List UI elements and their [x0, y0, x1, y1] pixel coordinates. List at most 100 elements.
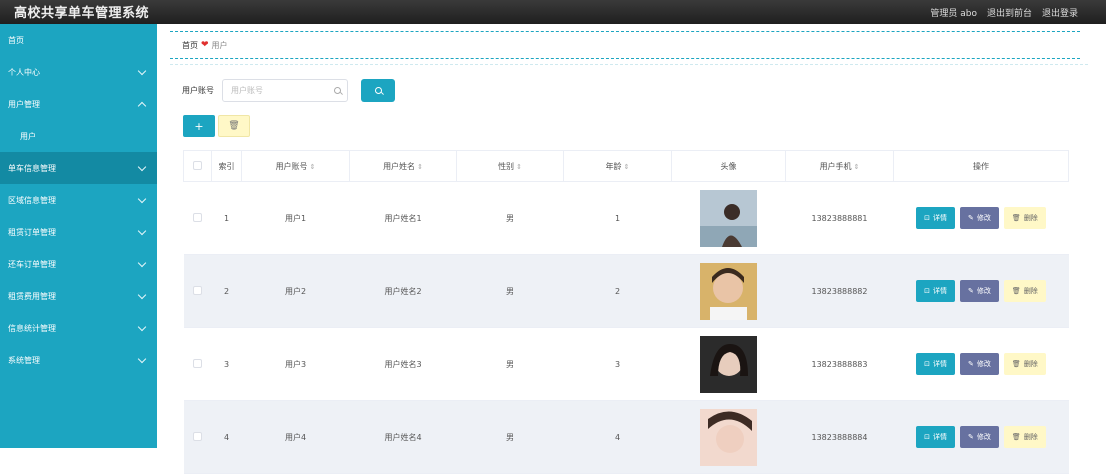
heart-icon: ❤ [201, 40, 209, 50]
trash-icon: 🗑 [1011, 360, 1021, 368]
sidebar-item-statistics[interactable]: 信息统计管理 [0, 312, 157, 344]
chevron-up-icon [137, 101, 147, 110]
chevron-down-icon [137, 290, 147, 299]
detail-icon: ⊡ [924, 287, 931, 295]
delete-button[interactable]: 🗑 删除 [1003, 353, 1046, 375]
breadcrumb: 首页 ❤ 用户 [170, 31, 1080, 59]
header-actions: 管理员 abo 退出到前台 退出登录 [930, 6, 1078, 19]
row-checkbox[interactable] [193, 358, 202, 368]
sidebar-item-rental-fees[interactable]: 租赁费用管理 [0, 280, 157, 312]
main-content: 首页 ❤ 用户 用户账号 用户账号 + 🗑 索引 用户账号 ⇕ 用户姓名 ⇕ 性… [157, 24, 1106, 474]
chevron-down-icon [137, 194, 147, 203]
chevron-down-icon [137, 162, 147, 171]
select-all-checkbox[interactable] [183, 150, 212, 182]
sidebar-item-area-info[interactable]: 区域信息管理 [0, 184, 157, 216]
view-button[interactable]: ⊡ 详情 [916, 353, 956, 375]
sidebar-item-label: 用户管理 [8, 99, 40, 109]
chevron-down-icon [137, 322, 147, 331]
sidebar-item-label: 单车信息管理 [8, 163, 56, 173]
col-gender[interactable]: 性别 ⇕ [456, 150, 564, 182]
col-age[interactable]: 年龄 ⇕ [563, 150, 672, 182]
row-checkbox[interactable] [193, 431, 202, 441]
edit-button[interactable]: ✎ 修改 [960, 426, 999, 448]
pencil-icon: ✎ [968, 433, 974, 441]
search-button[interactable] [361, 79, 395, 102]
sort-icon: ⇕ [623, 162, 630, 171]
sidebar-item-users[interactable]: 用户 [0, 120, 157, 152]
delete-button[interactable]: 🗑 删除 [1003, 207, 1046, 229]
sidebar-item-label: 租赁订单管理 [8, 227, 56, 237]
sort-icon: ⇕ [516, 162, 522, 171]
toolbar: + 🗑 [183, 115, 250, 137]
sidebar-item-system[interactable]: 系统管理 [0, 344, 157, 376]
search-placeholder: 用户账号 [231, 86, 263, 95]
sidebar-item-rental-orders[interactable]: 租赁订单管理 [0, 216, 157, 248]
breadcrumb-current: 用户 [211, 40, 228, 50]
sidebar-item-label: 首页 [8, 35, 24, 45]
detail-icon: ⊡ [924, 360, 931, 368]
detail-icon: ⊡ [924, 433, 931, 441]
pencil-icon: ✎ [968, 214, 974, 222]
content-panel: 用户账号 用户账号 + 🗑 索引 用户账号 ⇕ 用户姓名 ⇕ 性别 ⇕ 年龄 ⇕… [170, 64, 1088, 474]
sidebar: 首页 个人中心 用户管理 用户 单车信息管理 区域信息管理 租赁订单管理 还车订… [0, 24, 157, 448]
chevron-down-icon [137, 226, 147, 235]
col-phone[interactable]: 用户手机 ⇕ [785, 150, 894, 182]
edit-button[interactable]: ✎ 修改 [960, 280, 999, 302]
sidebar-item-profile[interactable]: 个人中心 [0, 56, 157, 88]
edit-button[interactable]: ✎ 修改 [960, 207, 999, 229]
sort-icon: ⇕ [417, 162, 423, 171]
table-row: 4 用户4 用户姓名4 男 4 13823888884 ⊡ 详情 ✎ 修改 🗑 删除 [183, 400, 1069, 474]
avatar-image [700, 408, 757, 466]
col-account[interactable]: 用户账号 ⇕ [241, 150, 350, 182]
pencil-icon: ✎ [968, 360, 974, 368]
trash-icon: 🗑 [1011, 214, 1021, 222]
edit-button[interactable]: ✎ 修改 [960, 353, 999, 375]
chevron-down-icon [137, 258, 147, 267]
table-row: 1 用户1 用户姓名1 男 1 13823888881 ⊡ 详情 ✎ 修改 🗑 删除 [183, 181, 1069, 255]
search-label: 用户账号 [182, 86, 214, 95]
trash-icon: 🗑 [1011, 433, 1021, 441]
sidebar-item-user-management[interactable]: 用户管理 [0, 88, 157, 120]
sidebar-item-label: 个人中心 [8, 67, 40, 77]
pencil-icon: ✎ [968, 287, 974, 295]
trash-icon: 🗑 [1011, 287, 1021, 295]
batch-delete-button[interactable]: 🗑 [218, 115, 250, 137]
sidebar-item-label: 租赁费用管理 [8, 291, 56, 301]
to-front-link[interactable]: 退出到前台 [987, 6, 1032, 19]
search-icon [374, 87, 382, 94]
sidebar-item-label: 用户 [20, 131, 36, 141]
row-checkbox[interactable] [193, 285, 202, 295]
view-button[interactable]: ⊡ 详情 [916, 207, 956, 229]
sidebar-item-return-orders[interactable]: 还车订单管理 [0, 248, 157, 280]
table-header-row: 索引 用户账号 ⇕ 用户姓名 ⇕ 性别 ⇕ 年龄 ⇕ 头像 用户手机 ⇕ 操作 [183, 150, 1069, 182]
search-bar: 用户账号 用户账号 [182, 79, 395, 102]
sidebar-item-label: 区域信息管理 [8, 195, 56, 205]
col-index: 索引 [211, 150, 242, 182]
search-input[interactable]: 用户账号 [222, 79, 348, 102]
top-header: 高校共享单车管理系统 管理员 abo 退出到前台 退出登录 [0, 0, 1106, 24]
sidebar-item-home[interactable]: 首页 [0, 24, 157, 56]
logout-link[interactable]: 退出登录 [1042, 6, 1078, 19]
search-icon [334, 87, 341, 94]
col-name[interactable]: 用户姓名 ⇕ [349, 150, 457, 182]
table-row: 3 用户3 用户姓名3 男 3 13823888883 ⊡ 详情 ✎ 修改 🗑 删除 [183, 327, 1069, 401]
col-ops: 操作 [893, 150, 1069, 182]
breadcrumb-home[interactable]: 首页 [182, 40, 198, 51]
row-checkbox[interactable] [193, 212, 202, 222]
delete-button[interactable]: 🗑 删除 [1003, 426, 1046, 448]
admin-user-label[interactable]: 管理员 abo [930, 6, 977, 19]
sidebar-item-label: 信息统计管理 [8, 323, 56, 333]
app-title: 高校共享单车管理系统 [14, 6, 150, 21]
sidebar-item-label: 还车订单管理 [8, 259, 56, 269]
delete-button[interactable]: 🗑 删除 [1003, 280, 1046, 302]
sidebar-item-bike-info[interactable]: 单车信息管理 [0, 152, 157, 184]
detail-icon: ⊡ [924, 214, 931, 222]
table-row: 2 用户2 用户姓名2 男 2 13823888882 ⊡ 详情 ✎ 修改 🗑 删除 [183, 254, 1069, 328]
user-table: 索引 用户账号 ⇕ 用户姓名 ⇕ 性别 ⇕ 年龄 ⇕ 头像 用户手机 ⇕ 操作 1 用户1… [183, 150, 1069, 474]
avatar-image [700, 189, 757, 247]
sort-icon: ⇕ [853, 162, 860, 171]
chevron-down-icon [137, 354, 147, 363]
view-button[interactable]: ⊡ 详情 [916, 426, 956, 448]
add-button[interactable]: + [183, 115, 215, 137]
view-button[interactable]: ⊡ 详情 [916, 280, 956, 302]
